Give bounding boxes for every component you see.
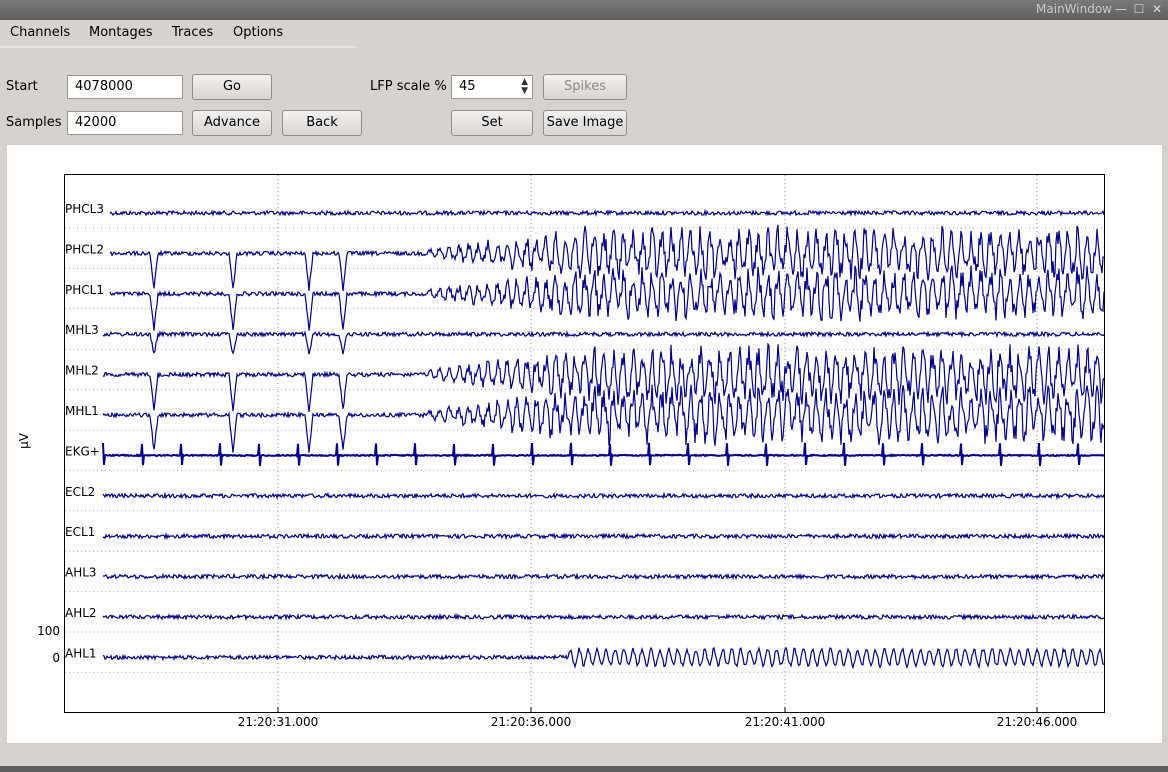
title-bar: MainWindow — ☐ ✕: [0, 0, 1168, 20]
menu-options[interactable]: Options: [233, 25, 283, 40]
lfp-scale-value: 45: [459, 79, 476, 94]
trace-mhl3: [102, 330, 1105, 355]
x-tick-label: 21:20:36.000: [491, 715, 572, 729]
channel-label: EKG+: [65, 444, 100, 458]
x-tick-label: 21:20:46.000: [997, 715, 1078, 729]
back-button[interactable]: Back: [282, 110, 362, 136]
window-title: MainWindow: [1036, 2, 1112, 16]
channel-label: PHCL3: [65, 202, 104, 216]
channel-label: MHL1: [65, 404, 99, 418]
trace-ekg-plus: [102, 442, 1105, 466]
plot-canvas: μV 100 0 PHCL3 PHCL2 PHCL1 MHL3 MHL2 MHL1 EKG+…: [7, 145, 1162, 743]
minimize-icon[interactable]: —: [1114, 2, 1128, 16]
x-tick-label: 21:20:41.000: [745, 715, 826, 729]
menu-traces[interactable]: Traces: [172, 25, 213, 40]
scale-bar-top-label: 100: [37, 624, 60, 638]
trace-ecl1: [102, 531, 1105, 541]
trace-mhl1: [102, 384, 1105, 453]
save-image-button[interactable]: Save Image: [543, 110, 627, 136]
x-tick-label: 21:20:31.000: [238, 715, 319, 729]
channel-label: ECL1: [65, 525, 95, 539]
spikes-button[interactable]: Spikes: [543, 74, 627, 100]
channel-label: AHL1: [65, 646, 97, 660]
maximize-icon[interactable]: ☐: [1132, 2, 1146, 16]
set-button[interactable]: Set: [451, 110, 533, 136]
eeg-chart: μV 100 0 PHCL3 PHCL2 PHCL1 MHL3 MHL2 MHL1 EKG+…: [17, 174, 1105, 729]
start-label: Start: [6, 79, 38, 94]
trace-phcl1: [109, 265, 1105, 331]
menu-montages[interactable]: Montages: [89, 25, 153, 40]
trace-phcl2: [109, 224, 1104, 292]
y-axis-label: μV: [17, 432, 31, 449]
advance-button[interactable]: Advance: [192, 110, 272, 136]
trace-ahl2: [102, 612, 1105, 621]
lfp-scale-label: LFP scale %: [370, 79, 447, 94]
go-button[interactable]: Go: [192, 74, 272, 100]
channel-label: PHCL1: [65, 283, 104, 297]
trace-ahl3: [102, 572, 1105, 581]
menu-separator: [0, 46, 356, 48]
lfp-scale-spinbox[interactable]: 45 ▲ ▼: [451, 75, 533, 99]
samples-input[interactable]: 42000: [67, 111, 183, 135]
menu-bar: Channels Montages Traces Options: [0, 20, 1168, 46]
channel-label: ECL2: [65, 485, 95, 499]
scale-bar-bottom-label: 0: [52, 651, 60, 665]
channel-label: PHCL2: [65, 242, 104, 256]
status-strip: [0, 766, 1168, 772]
start-input[interactable]: 4078000: [67, 75, 183, 99]
spin-arrows-icon[interactable]: ▲ ▼: [521, 78, 528, 96]
channel-label: MHL3: [65, 323, 99, 337]
channel-label: AHL3: [65, 566, 97, 580]
close-icon[interactable]: ✕: [1150, 2, 1164, 16]
samples-label: Samples: [6, 115, 62, 130]
trace-phcl3: [109, 208, 1105, 218]
menu-channels[interactable]: Channels: [10, 25, 70, 40]
trace-ahl1: [102, 645, 1105, 670]
channel-label: MHL2: [65, 364, 99, 378]
channel-label: AHL2: [65, 606, 97, 620]
trace-ecl2: [102, 491, 1105, 501]
